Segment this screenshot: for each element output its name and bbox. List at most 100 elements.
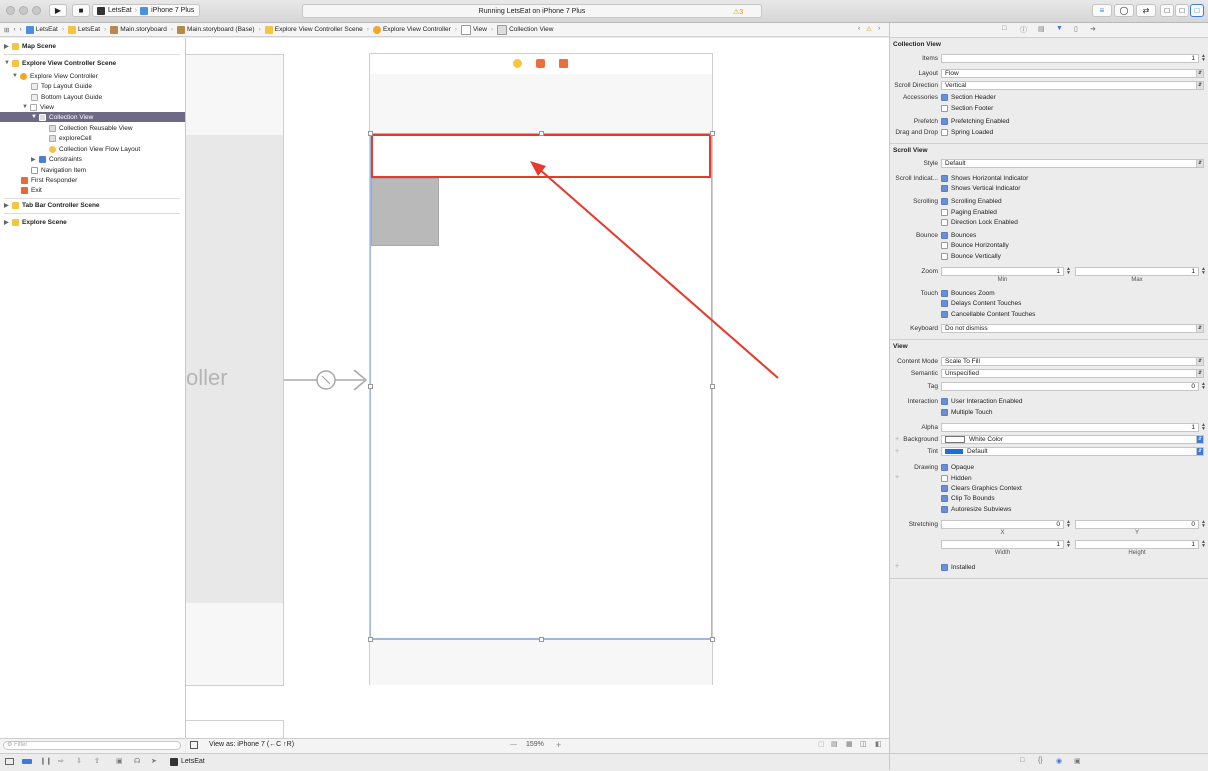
stepper-icon[interactable]: ▲ ▼ (1065, 540, 1072, 549)
horizontal-indicator-checkbox[interactable]: Shows Horizontal Indicator (941, 174, 1028, 183)
stepper-icon[interactable]: ▲ ▼ (1200, 520, 1207, 529)
checkbox-unchecked[interactable] (941, 209, 948, 216)
view-as-device[interactable]: View as: iPhone 7 (←C ↑R) (209, 741, 294, 748)
breadcrumb-item[interactable]: LetsEat (25, 25, 58, 34)
breadcrumb-item[interactable]: Explore View Controller (372, 25, 451, 34)
checkbox-checked[interactable] (941, 464, 948, 471)
tag-field[interactable]: 0 (941, 382, 1199, 391)
cancellable-content-checkbox[interactable]: Cancellable Content Touches (941, 310, 1035, 319)
clears-graphics-checkbox[interactable]: Clears Graphics Context (941, 484, 1022, 493)
explore-cell[interactable] (371, 178, 439, 246)
disclosure-right-icon[interactable]: ▶ (31, 156, 39, 163)
previous-issue-icon[interactable]: ‹ (858, 25, 860, 32)
stretch-width-field[interactable]: 1 (941, 540, 1064, 549)
help-inspector-icon[interactable]: ⓘ (1020, 25, 1027, 35)
resize-handle[interactable] (368, 384, 373, 389)
next-issue-icon[interactable]: › (878, 25, 880, 32)
stepper-icon[interactable]: ▲ ▼ (1200, 540, 1207, 549)
attributes-inspector-icon[interactable]: ▼ (1056, 25, 1063, 32)
direction-lock-checkbox[interactable]: Direction Lock Enabled (941, 218, 1018, 227)
stepper-icon[interactable]: ▲ ▼ (1200, 382, 1207, 391)
outline-map-scene[interactable]: ▶ Map Scene (0, 41, 185, 51)
autoresize-checkbox[interactable]: Autoresize Subviews (941, 505, 1011, 514)
bounces-checkbox[interactable]: Bounces (941, 231, 976, 240)
stretch-x-field[interactable]: 0 (941, 520, 1064, 529)
update-frames-icon[interactable]: ▢ (818, 740, 825, 748)
add-variation-icon[interactable]: + (895, 474, 899, 481)
alpha-field[interactable]: 1 (941, 423, 1199, 432)
installed-checkbox[interactable]: Installed (941, 563, 975, 572)
checkbox-unchecked[interactable] (941, 475, 948, 482)
pin-icon[interactable]: ◫ (860, 740, 867, 748)
outline-top-layout-guide[interactable]: Top Layout Guide (0, 81, 185, 91)
outline-reusable-view[interactable]: Collection Reusable View (0, 123, 185, 133)
close-window-button[interactable] (6, 6, 15, 15)
disclosure-down-icon[interactable]: ▼ (31, 114, 39, 120)
view-hierarchy-icon[interactable]: ▣ (116, 757, 123, 765)
location-icon[interactable]: ➤ (151, 757, 157, 765)
outline-explore-vc[interactable]: ▼ Explore View Controller (0, 71, 185, 81)
checkbox-checked[interactable] (941, 290, 948, 297)
bounce-vertically-checkbox[interactable]: Bounce Vertically (941, 252, 1001, 261)
debug-process-name[interactable]: LetsEat (181, 758, 205, 765)
keyboard-popup[interactable]: Do not dismiss (941, 324, 1203, 333)
toggle-navigator-button[interactable]: □ (1160, 4, 1174, 17)
scrolling-enabled-checkbox[interactable]: Scrolling Enabled (941, 197, 1002, 206)
delays-content-checkbox[interactable]: Delays Content Touches (941, 299, 1021, 308)
memory-graph-icon[interactable]: ☊ (134, 757, 140, 765)
breadcrumb-item[interactable]: Main.storyboard (Base) (177, 25, 255, 34)
section-header-checkbox[interactable]: Section Header (941, 93, 996, 102)
checkbox-checked[interactable] (941, 175, 948, 182)
add-variation-icon[interactable]: + (895, 448, 899, 455)
breadcrumb-item[interactable]: LetsEat (68, 25, 100, 34)
breadcrumb-item[interactable]: View (460, 24, 487, 35)
segue-arrow[interactable] (282, 366, 370, 394)
zoom-min-field[interactable]: 1 (941, 267, 1064, 276)
checkbox-checked[interactable] (941, 198, 948, 205)
issue-warning-icon[interactable]: ⚠ (866, 25, 872, 33)
outline-first-responder[interactable]: First Responder (0, 175, 185, 185)
checkbox-checked[interactable] (941, 118, 948, 125)
debug-area-icon[interactable] (5, 758, 14, 765)
resize-handle[interactable] (368, 637, 373, 642)
version-editor-button[interactable]: ⇄ (1136, 4, 1156, 17)
next-scene-partial[interactable] (186, 720, 284, 738)
breakpoint-icon[interactable] (22, 759, 32, 764)
warning-icon[interactable]: ⚠3 (733, 8, 743, 16)
disclosure-down-icon[interactable]: ▼ (22, 104, 30, 110)
view-controller-dock-icon[interactable] (513, 59, 522, 68)
disclosure-right-icon[interactable]: ▶ (4, 43, 12, 50)
outline-exit[interactable]: Exit (0, 185, 185, 195)
bounce-horizontally-checkbox[interactable]: Bounce Horizontally (941, 241, 1009, 250)
embed-stack-icon[interactable]: ▤ (831, 740, 838, 748)
scroll-direction-popup[interactable]: Vertical (941, 81, 1203, 90)
stretch-height-field[interactable]: 1 (1075, 540, 1199, 549)
prefetching-checkbox[interactable]: Prefetching Enabled (941, 117, 1010, 126)
outline-explore-cell[interactable]: exploreCell (0, 133, 185, 143)
checkbox-checked[interactable] (941, 398, 948, 405)
spring-loaded-checkbox[interactable]: Spring Loaded (941, 128, 993, 137)
outline-constraints[interactable]: ▶ Constraints (0, 154, 185, 164)
zoom-window-button[interactable] (32, 6, 41, 15)
resize-handle[interactable] (368, 131, 373, 136)
minimize-window-button[interactable] (19, 6, 28, 15)
step-in-icon[interactable]: ⇩ (76, 757, 82, 765)
connections-inspector-icon[interactable]: ➜ (1090, 25, 1096, 33)
stop-button[interactable]: ■ (72, 4, 90, 17)
resize-handle[interactable] (710, 637, 715, 642)
outline-navigation-item[interactable]: Navigation Item (0, 165, 185, 175)
checkbox-checked[interactable] (941, 409, 948, 416)
resize-handle[interactable] (539, 637, 544, 642)
checkbox-checked[interactable] (941, 232, 948, 239)
checkbox-unchecked[interactable] (941, 242, 948, 249)
content-mode-popup[interactable]: Scale To Fill (941, 357, 1203, 366)
zoom-out-button[interactable]: — (510, 741, 517, 748)
multiple-touch-checkbox[interactable]: Multiple Touch (941, 408, 992, 417)
outline-explore-scene-2[interactable]: ▶ Explore Scene (0, 217, 185, 227)
user-interaction-checkbox[interactable]: User Interaction Enabled (941, 397, 1023, 406)
stepper-icon[interactable]: ▲ ▼ (1065, 267, 1072, 276)
clip-to-bounds-checkbox[interactable]: Clip To Bounds (941, 494, 995, 503)
outline-bottom-layout-guide[interactable]: Bottom Layout Guide (0, 92, 185, 102)
checkbox-checked[interactable] (941, 311, 948, 318)
disclosure-right-icon[interactable]: ▶ (4, 202, 12, 209)
